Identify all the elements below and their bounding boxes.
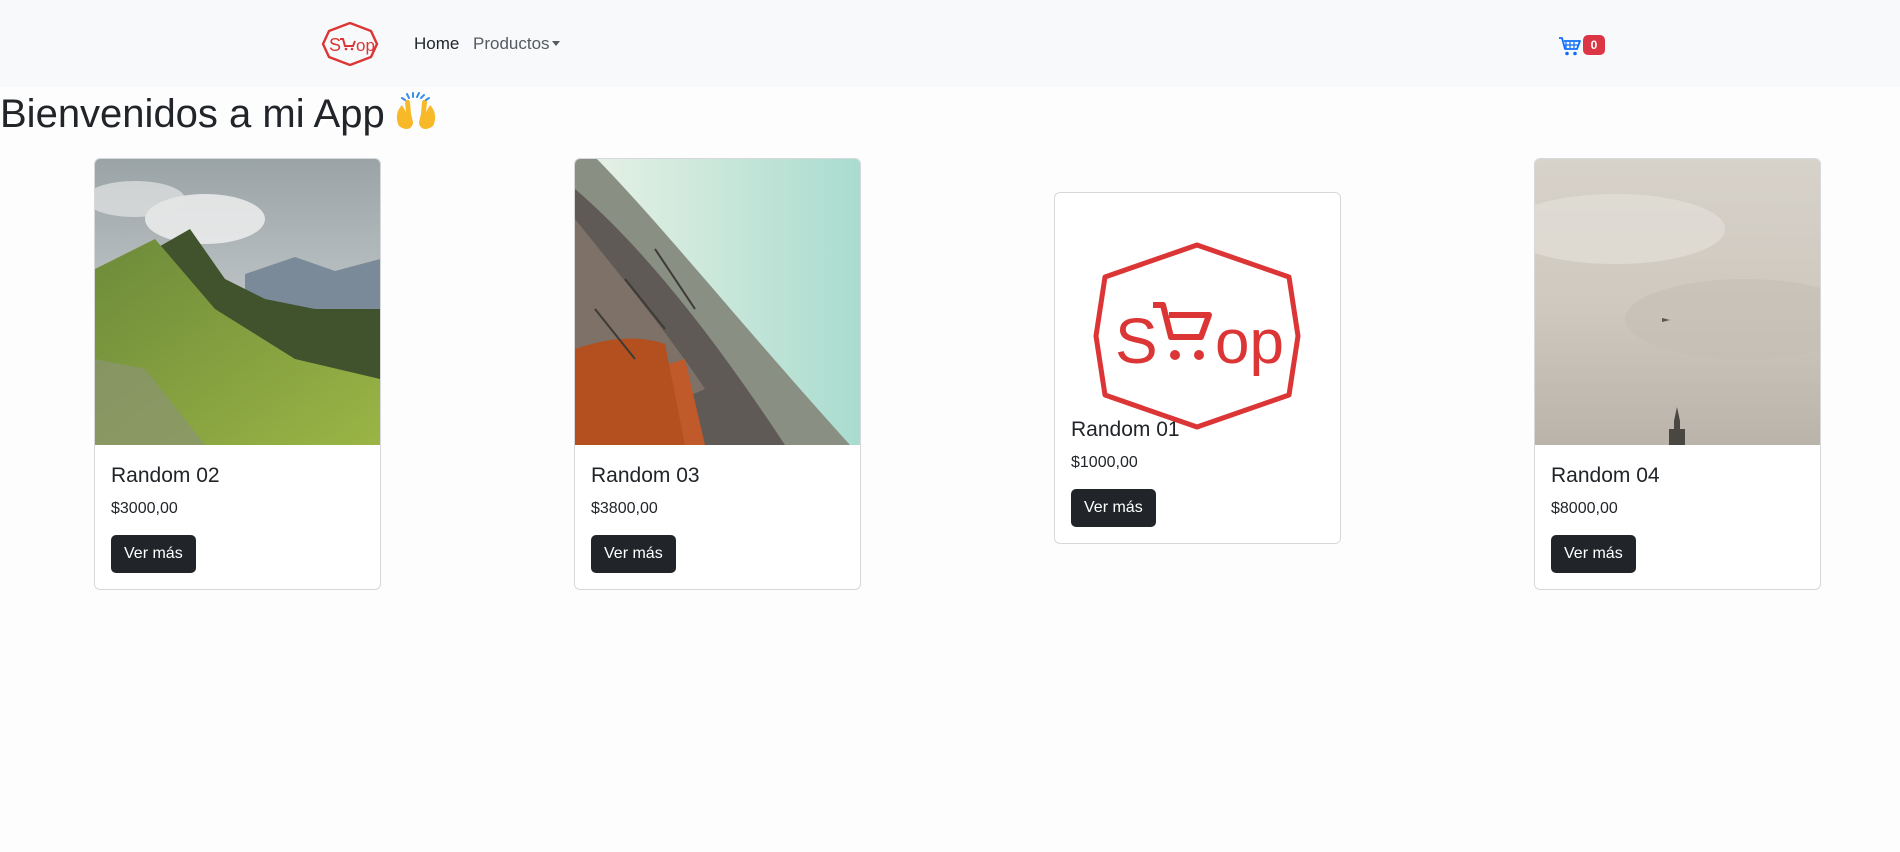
product-card-body: Random 03 $3800,00 Ver más xyxy=(575,445,860,589)
product-card: Random 03 $3800,00 Ver más xyxy=(574,158,861,590)
svg-text:op: op xyxy=(1215,308,1284,377)
product-card-body: Random 02 $3000,00 Ver más xyxy=(95,445,380,589)
nav-productos-label: Productos xyxy=(473,34,550,53)
navbar: S op Home Productos 0 xyxy=(0,0,1900,87)
svg-text:op: op xyxy=(356,36,375,55)
nav-home-label: Home xyxy=(414,34,460,53)
shopping-cart-icon xyxy=(1558,35,1582,57)
product-card: Random 02 $3000,00 Ver más xyxy=(94,158,381,590)
product-image-shop-logo: S op xyxy=(1055,193,1340,445)
cart-count-badge: 0 xyxy=(1583,35,1605,55)
product-card: S op Random 01 $1000,00 Ver más xyxy=(1054,192,1341,544)
product-card-body: Random 04 $8000,00 Ver más xyxy=(1535,445,1820,589)
svg-text:S: S xyxy=(329,35,341,55)
product-image-cloudy-sky xyxy=(1535,159,1820,445)
brand-logo[interactable]: S op xyxy=(320,21,380,67)
product-image-architecture xyxy=(575,159,860,445)
product-name: Random 02 xyxy=(111,464,220,487)
ver-mas-button[interactable]: Ver más xyxy=(111,535,196,573)
caret-down-icon xyxy=(551,41,560,47)
product-name: Random 04 xyxy=(1551,464,1660,487)
page-title-text: Bienvenidos a mi App xyxy=(0,92,385,136)
page-title: Bienvenidos a mi App xyxy=(0,90,439,138)
svg-text:S: S xyxy=(1115,305,1158,377)
product-name: Random 03 xyxy=(591,464,700,487)
nav-productos-dropdown[interactable]: Productos xyxy=(473,32,560,56)
ver-mas-button[interactable]: Ver más xyxy=(1071,489,1156,527)
product-card: Random 04 $8000,00 Ver más xyxy=(1534,158,1821,590)
product-price: $3000,00 xyxy=(111,500,178,517)
raising-hands-icon xyxy=(393,92,439,134)
nav-home-link[interactable]: Home xyxy=(414,32,459,56)
ver-mas-button[interactable]: Ver más xyxy=(591,535,676,573)
product-image-mountain xyxy=(95,159,380,445)
product-price: $8000,00 xyxy=(1551,500,1618,517)
product-price: $3800,00 xyxy=(591,500,658,517)
cart-button[interactable]: 0 xyxy=(1558,33,1606,59)
product-price: $1000,00 xyxy=(1071,454,1138,471)
ver-mas-button[interactable]: Ver más xyxy=(1551,535,1636,573)
